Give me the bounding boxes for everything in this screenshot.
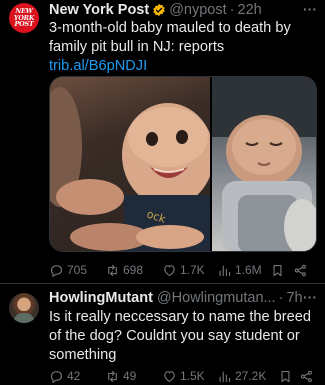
bookmark-button[interactable] bbox=[270, 263, 285, 278]
views-chart-icon bbox=[219, 265, 231, 276]
article-link[interactable]: trib.al/B6pNDJI bbox=[49, 58, 147, 74]
retweet-button[interactable]: 49 bbox=[105, 369, 136, 384]
views-count: 1.6M bbox=[235, 263, 262, 277]
media-gallery[interactable]: ock bbox=[49, 76, 317, 252]
tweet-nypost[interactable]: NEW YORK POST New York Post @nypost · 22… bbox=[0, 0, 325, 284]
verified-badge-icon bbox=[153, 3, 165, 17]
more-options-icon[interactable]: ··· bbox=[303, 1, 317, 17]
post-time[interactable]: 22h bbox=[238, 2, 262, 18]
author-handle[interactable]: @Howlingmutan... bbox=[157, 290, 276, 306]
tweet-text: Is it really neccessary to name the bree… bbox=[49, 309, 312, 363]
views-button[interactable]: 1.6M bbox=[217, 263, 262, 278]
retweet-count: 49 bbox=[123, 369, 137, 383]
more-options-icon[interactable]: ··· bbox=[303, 289, 317, 305]
author-handle[interactable]: @nypost bbox=[169, 2, 226, 18]
retweet-button[interactable]: 698 bbox=[105, 263, 143, 278]
logo-line-3: POST bbox=[14, 20, 34, 29]
views-count: 27.2K bbox=[235, 369, 267, 383]
tweet-reply-howlingmutant[interactable]: HowlingMutant @Howlingmutan... · 7h ··· … bbox=[0, 284, 325, 384]
reply-icon bbox=[50, 264, 63, 277]
views-button[interactable]: 27.2K bbox=[217, 369, 266, 384]
smiling-baby-photo[interactable]: ock bbox=[50, 77, 210, 251]
like-count: 1.5K bbox=[180, 369, 205, 383]
reply-button[interactable]: 705 bbox=[49, 263, 87, 278]
bookmark-icon bbox=[273, 264, 282, 276]
retweet-icon bbox=[108, 264, 117, 276]
tweet-actions: 705 698 1.7K 1.6M bbox=[49, 261, 317, 279]
bookmark-button[interactable] bbox=[278, 369, 293, 384]
reply-button[interactable]: 42 bbox=[49, 369, 80, 384]
like-count: 1.7K bbox=[180, 263, 205, 277]
reply-count: 42 bbox=[67, 369, 81, 383]
author-name[interactable]: HowlingMutant bbox=[49, 290, 153, 306]
views-chart-icon bbox=[219, 371, 231, 382]
smiling-baby-illustration: ock bbox=[50, 87, 210, 251]
share-button[interactable] bbox=[299, 369, 314, 384]
retweet-count: 698 bbox=[123, 263, 144, 277]
user-avatar[interactable] bbox=[9, 293, 39, 323]
tweet-actions: 42 49 1.5K 27.2K bbox=[49, 367, 317, 385]
tweet-text: 3-month-old baby mauled to death by fami… bbox=[49, 19, 315, 76]
avatar-shirt bbox=[14, 313, 34, 323]
separator-dot: · bbox=[229, 2, 235, 18]
share-icon bbox=[300, 370, 312, 382]
new-york-post-avatar[interactable]: NEW YORK POST bbox=[9, 3, 39, 33]
sleeping-baby-illustration bbox=[211, 77, 316, 251]
author-name[interactable]: New York Post bbox=[49, 2, 149, 18]
tweet-header: New York Post @nypost · 22h ··· bbox=[49, 1, 317, 19]
share-button[interactable] bbox=[293, 263, 308, 278]
like-button[interactable]: 1.7K bbox=[162, 263, 205, 278]
retweet-icon bbox=[108, 370, 117, 382]
share-icon bbox=[294, 264, 306, 276]
reply-count: 705 bbox=[67, 263, 88, 277]
separator-dot: · bbox=[278, 290, 284, 306]
tweet-header: HowlingMutant @Howlingmutan... · 7h ··· bbox=[49, 289, 317, 307]
tweet-body: 3-month-old baby mauled to death by fami… bbox=[49, 20, 291, 55]
reply-icon bbox=[50, 370, 63, 383]
sleeping-baby-photo[interactable] bbox=[211, 77, 316, 251]
like-button[interactable]: 1.5K bbox=[162, 369, 205, 384]
heart-icon bbox=[164, 370, 175, 382]
post-time[interactable]: 7h bbox=[286, 290, 302, 306]
bookmark-icon bbox=[281, 370, 290, 382]
heart-icon bbox=[164, 264, 175, 276]
